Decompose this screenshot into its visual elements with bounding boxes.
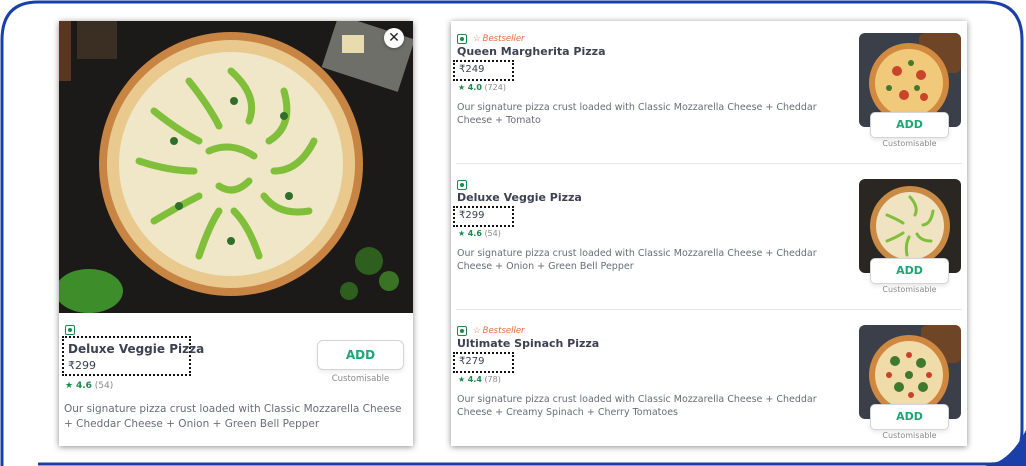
customisable-label: Customisable bbox=[882, 139, 937, 148]
item-price: ₹249 bbox=[459, 64, 485, 75]
customisable-label: Customisable bbox=[331, 374, 390, 384]
veg-indicator-icon bbox=[457, 34, 467, 44]
menu-item: Deluxe Veggie Pizza ₹299 ★ 4.6 (54) Our … bbox=[451, 167, 967, 313]
divider bbox=[456, 163, 962, 164]
item-rating: ★ 4.0 (724) bbox=[458, 83, 506, 92]
bestseller-label: Bestseller bbox=[482, 326, 525, 336]
item-name: Ultimate Spinach Pizza bbox=[457, 337, 600, 350]
menu-item: ☆ Bestseller Queen Margherita Pizza ₹249… bbox=[451, 21, 967, 167]
highlight-box: ₹249 bbox=[453, 60, 514, 81]
item-rating: ★ 4.6 (54) bbox=[458, 229, 501, 238]
add-button[interactable]: ADD bbox=[870, 258, 949, 284]
item-price: ₹299 bbox=[68, 359, 96, 372]
rating-value: 4.4 bbox=[467, 375, 482, 384]
close-icon[interactable]: ✕ bbox=[384, 28, 404, 48]
bestseller-star-icon: ☆ bbox=[473, 326, 481, 336]
divider bbox=[456, 309, 962, 310]
bestseller-badge: ☆ Bestseller bbox=[473, 34, 525, 44]
menu-list: ☆ Bestseller Queen Margherita Pizza ₹249… bbox=[451, 21, 967, 446]
star-icon: ★ bbox=[65, 381, 74, 391]
customisable-label: Customisable bbox=[882, 285, 937, 294]
deluxe-veggie-pizza-image bbox=[59, 21, 413, 313]
item-tags: ☆ Bestseller bbox=[457, 33, 525, 45]
rating-value: 4.6 bbox=[467, 229, 482, 238]
customisable-label: Customisable bbox=[882, 431, 937, 440]
item-name: Deluxe Veggie Pizza bbox=[457, 191, 582, 204]
bestseller-label: Bestseller bbox=[482, 34, 525, 44]
add-button[interactable]: ADD bbox=[870, 404, 949, 430]
item-description: Our signature pizza crust loaded with Cl… bbox=[457, 102, 817, 126]
item-tags bbox=[457, 179, 467, 191]
veg-indicator-icon bbox=[457, 326, 467, 336]
item-description: Our signature pizza crust loaded with Cl… bbox=[457, 248, 817, 272]
item-name: Queen Margherita Pizza bbox=[457, 45, 606, 58]
star-icon: ★ bbox=[458, 229, 466, 238]
star-icon: ★ bbox=[458, 83, 466, 92]
item-detail-card: ✕ Deluxe Veggie Pizza ₹299 ★ 4.6 (54) Ou… bbox=[59, 21, 413, 446]
rating-count: (54) bbox=[94, 381, 114, 391]
veg-indicator-icon bbox=[65, 325, 75, 335]
star-icon: ★ bbox=[458, 375, 466, 384]
item-name: Deluxe Veggie Pizza bbox=[68, 342, 205, 356]
rating-value: 4.0 bbox=[467, 83, 482, 92]
item-description: Our signature pizza crust loaded with Cl… bbox=[457, 394, 817, 418]
item-detail-body: Deluxe Veggie Pizza ₹299 ★ 4.6 (54) Our … bbox=[59, 313, 413, 446]
item-description: Our signature pizza crust loaded with Cl… bbox=[64, 403, 402, 430]
rating-value: 4.6 bbox=[75, 381, 92, 391]
menu-item: ☆ Bestseller Ultimate Spinach Pizza ₹279… bbox=[451, 313, 967, 446]
item-rating: ★ 4.6 (54) bbox=[65, 381, 113, 391]
bestseller-star-icon: ☆ bbox=[473, 34, 481, 44]
rating-count: (78) bbox=[484, 375, 501, 384]
rating-count: (724) bbox=[484, 83, 506, 92]
highlight-box: ₹279 bbox=[453, 352, 514, 373]
veg-indicator-icon bbox=[457, 180, 467, 190]
item-price: ₹299 bbox=[459, 210, 485, 221]
highlight-box: Deluxe Veggie Pizza ₹299 bbox=[62, 336, 204, 376]
add-button[interactable]: ADD bbox=[317, 340, 404, 370]
add-button[interactable]: ADD bbox=[870, 112, 949, 138]
item-tags: ☆ Bestseller bbox=[457, 325, 525, 337]
highlight-box: ₹299 bbox=[453, 206, 514, 227]
item-rating: ★ 4.4 (78) bbox=[458, 375, 501, 384]
bestseller-badge: ☆ Bestseller bbox=[473, 326, 525, 336]
rating-count: (54) bbox=[484, 229, 501, 238]
item-price: ₹279 bbox=[459, 356, 485, 367]
